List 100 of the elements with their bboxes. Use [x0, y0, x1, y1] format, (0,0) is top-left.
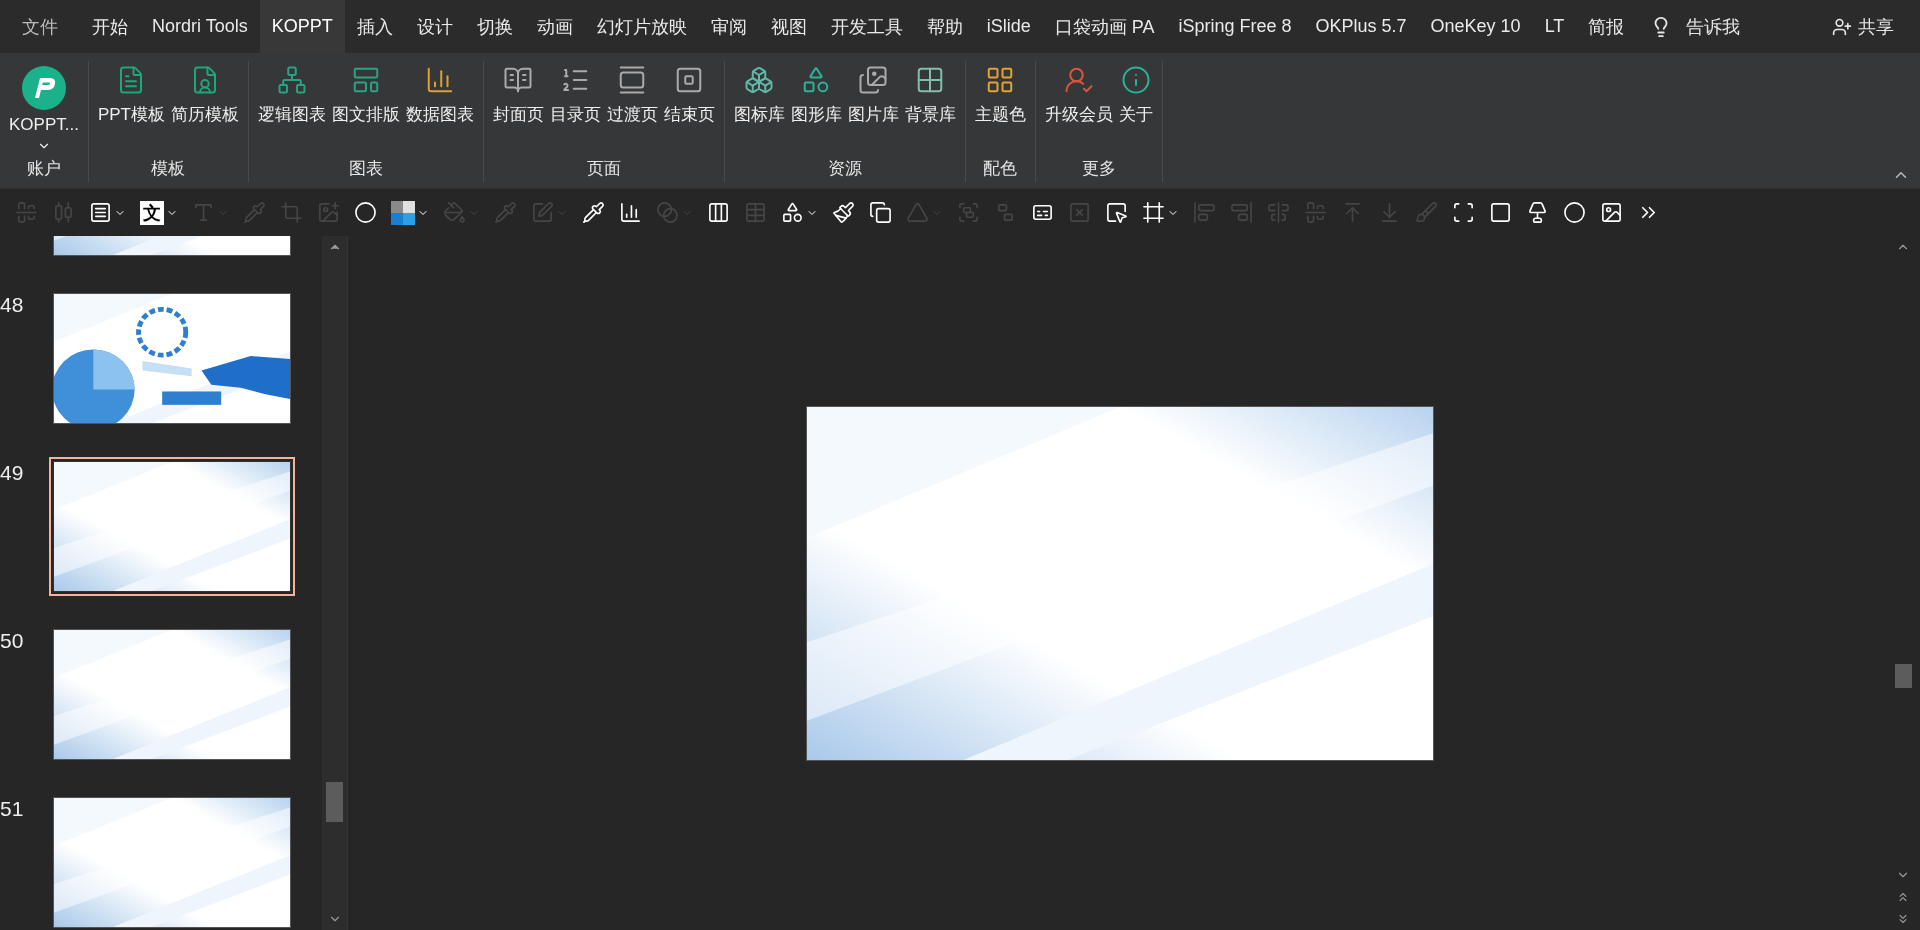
scroll-thumb[interactable]: [326, 782, 343, 823]
ribbon-button[interactable]: 结束页: [661, 61, 718, 126]
ribbon-button[interactable]: PPT模板: [94, 61, 168, 126]
ribbon-button[interactable]: 数据图表: [403, 61, 477, 126]
ribbon-tab[interactable]: iSlide: [974, 0, 1043, 53]
ribbon-tab[interactable]: 动画: [524, 0, 585, 53]
font-icon: [192, 201, 215, 224]
fit-frame-icon: [1452, 201, 1475, 224]
group-label: 模板: [151, 158, 186, 180]
user-icon: [1064, 65, 1094, 95]
scrollbar[interactable]: [322, 236, 347, 930]
tell-me-label[interactable]: 告诉我: [1686, 14, 1741, 39]
ribbon-tab[interactable]: 帮助: [914, 0, 975, 53]
select-icon: [1105, 201, 1128, 224]
hierarchy-icon: [277, 65, 307, 95]
ribbon-button[interactable]: 目录页: [547, 61, 604, 126]
ribbon-button[interactable]: 图片库: [845, 61, 902, 126]
group-label: 页面: [587, 158, 621, 180]
circle-icon: [354, 201, 377, 224]
ribbon-tab[interactable]: iSpring Free 8: [1166, 0, 1304, 53]
next-slide-icon[interactable]: [1896, 912, 1910, 926]
eyedropper-icon: [494, 201, 517, 224]
scroll-thumb[interactable]: [1894, 663, 1912, 688]
ribbon-tab[interactable]: 简报: [1576, 0, 1637, 53]
bar-chart-icon: [619, 201, 642, 224]
align-right-icon: [1230, 201, 1253, 224]
group-label: 账户: [26, 158, 61, 180]
group-label: 资源: [828, 158, 862, 180]
table-icon: [744, 201, 767, 224]
ribbon-tab[interactable]: 幻灯片放映: [584, 0, 699, 53]
color-swatch-icon: [391, 200, 415, 225]
layers-icon: [869, 201, 892, 224]
user-icon[interactable]: [1832, 16, 1852, 37]
ribbon-tab[interactable]: 文件: [8, 0, 80, 53]
ribbon-button[interactable]: 关于: [1116, 61, 1156, 126]
slide-number: 49: [0, 461, 24, 484]
ribbon-tab[interactable]: 开发工具: [818, 0, 915, 53]
lamp-icon: [1526, 201, 1549, 224]
logo-icon: [20, 65, 67, 111]
ribbon-tab[interactable]: OneKey 10: [1418, 0, 1533, 53]
bar-chart-icon: [425, 65, 455, 95]
ribbon-tab[interactable]: 口袋动画 PA: [1042, 0, 1167, 53]
ribbon-button[interactable]: 封面页: [490, 61, 547, 126]
ribbon-tab[interactable]: Nordri Tools: [140, 0, 260, 53]
delete-box-icon: [1068, 201, 1091, 224]
ribbon-button[interactable]: 过渡页: [604, 61, 661, 126]
ribbon-button[interactable]: 图标库: [731, 61, 788, 126]
ribbon-button[interactable]: 背景库: [902, 61, 959, 126]
ribbon-tab[interactable]: 视图: [758, 0, 819, 53]
ribbon-tab[interactable]: LT: [1532, 0, 1577, 53]
distribute-icon: [52, 201, 75, 224]
ribbon-tab[interactable]: 设计: [404, 0, 465, 53]
group-icon: [957, 201, 980, 224]
group-label: 配色: [983, 158, 1018, 180]
crop-icon: [280, 201, 303, 224]
triangle-icon: [906, 201, 929, 224]
align-icon: [1304, 201, 1327, 224]
layout-icon: [351, 65, 381, 95]
pen-icon: [531, 201, 554, 224]
ribbon-button[interactable]: 简历模板: [168, 61, 242, 126]
group-label: 图表: [349, 158, 383, 180]
circle-icon: [1563, 201, 1586, 224]
text-direction-icon: 文: [140, 200, 164, 225]
brush-icon: [832, 201, 855, 224]
ribbon-tab[interactable]: KOPPT: [259, 0, 345, 53]
columns-icon: [707, 201, 730, 224]
cubes-icon: [744, 65, 775, 95]
ribbon-tab[interactable]: 切换: [464, 0, 525, 53]
square-icon: [1489, 201, 1512, 224]
ribbon-tab[interactable]: 插入: [344, 0, 405, 53]
ribbon-button[interactable]: 逻辑图表: [255, 61, 329, 126]
align-icon: [15, 201, 38, 224]
slide-number: 48: [0, 293, 24, 316]
frame-icon: [1142, 201, 1165, 224]
ribbon-tab[interactable]: 审阅: [698, 0, 759, 53]
share-label[interactable]: 共享: [1858, 14, 1894, 39]
brush-icon: [1415, 201, 1438, 224]
image-icon: [1600, 201, 1623, 224]
previous-slide-icon[interactable]: [1896, 890, 1910, 904]
account-button[interactable]: KOPPT...: [6, 61, 82, 153]
image-icon: [858, 65, 889, 95]
align-left-icon: [1193, 201, 1216, 224]
paint-bucket-icon: [443, 201, 466, 224]
info-icon: [1121, 65, 1151, 95]
group-label: 更多: [1082, 158, 1116, 180]
slide-number: 50: [0, 629, 24, 652]
ribbon-tab[interactable]: OKPlus 5.7: [1303, 0, 1419, 53]
ribbon-button[interactable]: 图文排版: [329, 61, 403, 126]
shapes-icon: [781, 201, 804, 224]
ribbon-tab[interactable]: 开始: [80, 0, 140, 53]
align-icon: [1267, 201, 1290, 224]
ribbon-button[interactable]: 主题色: [972, 61, 1029, 126]
circles-icon: [656, 201, 679, 224]
eyedropper-icon: [243, 201, 266, 224]
text-box-icon: [89, 201, 112, 224]
slide-number: 51: [0, 797, 24, 820]
image-icon: [317, 201, 340, 224]
ribbon-button[interactable]: 图形库: [788, 61, 845, 126]
ribbon-button[interactable]: 升级会员: [1042, 61, 1116, 126]
toolbar-button[interactable]: 文: [133, 200, 185, 225]
